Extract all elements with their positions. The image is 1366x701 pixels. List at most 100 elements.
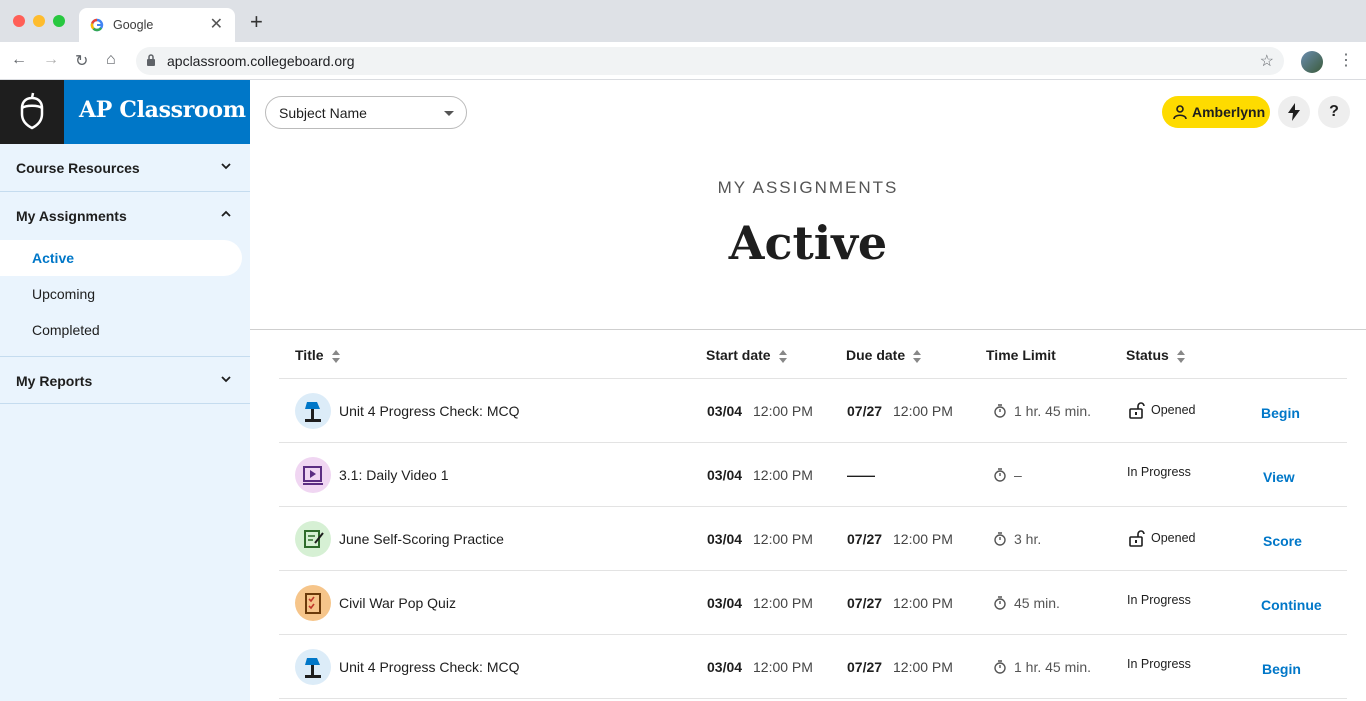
sidebar-section-label: My Reports (16, 373, 93, 389)
help-button[interactable]: ? (1318, 96, 1350, 128)
quick-actions-button[interactable] (1278, 96, 1310, 128)
due-time: 12:00 PM (893, 403, 953, 419)
table-row[interactable]: June Self-Scoring Practice 03/04 12:00 P… (279, 507, 1347, 571)
main-content: Subject Name Amberlynn ? MY ASSIGNMENTS … (250, 80, 1366, 701)
begin-button[interactable]: Begin (1262, 661, 1301, 677)
status-badge: In Progress (1127, 593, 1191, 607)
brand-header[interactable]: AP Classroom (0, 80, 250, 144)
sort-icon (778, 349, 787, 363)
column-header-status[interactable]: Status (1126, 347, 1185, 363)
close-window-button[interactable] (13, 15, 25, 27)
sidebar-section-label: My Assignments (16, 208, 127, 224)
assignment-title: Unit 4 Progress Check: MCQ (339, 403, 520, 419)
sort-icon (331, 349, 340, 363)
due-date: —— (847, 467, 875, 483)
address-bar: ← → ↻ ⌂ apclassroom.collegeboard.org ☆ ⋮ (0, 42, 1366, 80)
url-field[interactable]: apclassroom.collegeboard.org ☆ (136, 47, 1284, 75)
start-time: 12:00 PM (753, 595, 813, 611)
browser-menu-icon[interactable]: ⋮ (1338, 50, 1354, 70)
stopwatch-icon (994, 596, 1006, 610)
sidebar-item-completed[interactable]: Completed (0, 312, 242, 348)
reload-icon[interactable]: ↻ (75, 51, 88, 71)
due-time: 12:00 PM (893, 531, 953, 547)
continue-button[interactable]: Continue (1261, 597, 1322, 613)
time-limit: 1 hr. 45 min. (1014, 659, 1092, 675)
browser-tab[interactable]: Google ✕ (79, 8, 235, 42)
status-badge: Opened (1151, 531, 1196, 545)
column-header-start-date[interactable]: Start date (706, 347, 787, 363)
time-limit: 3 hr. (1014, 531, 1042, 547)
start-date: 03/04 (707, 467, 743, 483)
chevron-down-icon (221, 163, 231, 170)
browser-tab-strip: Google ✕ + (0, 0, 1366, 42)
lightning-icon (1288, 103, 1300, 121)
column-header-label: Due date (846, 347, 906, 363)
sidebar-item-label: Upcoming (32, 286, 96, 302)
chevron-down-icon (221, 376, 231, 383)
sidebar-section-my-reports[interactable]: My Reports (0, 356, 250, 404)
sidebar: AP Classroom Course Resources My Assignm… (0, 80, 250, 701)
sidebar-item-label: Completed (32, 322, 100, 338)
stopwatch-icon (994, 404, 1006, 418)
column-header-title[interactable]: Title (295, 347, 340, 363)
new-tab-button[interactable]: + (250, 11, 263, 33)
row-divider (279, 698, 1347, 699)
start-date: 03/04 (707, 659, 743, 675)
sidebar-section-course-resources[interactable]: Course Resources (0, 144, 250, 192)
due-date: 07/27 (847, 659, 883, 675)
video-icon (295, 457, 331, 493)
bookmark-star-icon[interactable]: ☆ (1260, 51, 1274, 71)
notepad-icon (295, 521, 331, 557)
table-row[interactable]: Unit 4 Progress Check: MCQ 03/04 12:00 P… (279, 379, 1347, 443)
sidebar-item-upcoming[interactable]: Upcoming (0, 276, 242, 312)
column-header-due-date[interactable]: Due date (846, 347, 922, 363)
table-row[interactable]: Civil War Pop Quiz 03/04 12:00 PM 07/27 … (279, 571, 1347, 635)
start-time: 12:00 PM (753, 403, 813, 419)
start-time: 12:00 PM (753, 467, 813, 483)
time-limit: 1 hr. 45 min. (1014, 403, 1092, 419)
checklist-icon (295, 585, 331, 621)
user-name: Amberlynn (1192, 104, 1266, 120)
user-icon (1173, 105, 1187, 120)
table-row[interactable]: Unit 4 Progress Check: MCQ 03/04 12:00 P… (279, 635, 1347, 699)
status-badge: In Progress (1127, 465, 1191, 479)
stopwatch-icon (994, 532, 1006, 546)
lock-icon (147, 54, 155, 66)
status-badge: Opened (1151, 403, 1196, 417)
assignment-title: Unit 4 Progress Check: MCQ (339, 659, 520, 675)
assignment-title: June Self-Scoring Practice (339, 531, 504, 547)
caret-down-icon (444, 111, 454, 116)
lamp-icon (295, 393, 331, 429)
due-date: 07/27 (847, 403, 883, 419)
start-date: 03/04 (707, 595, 743, 611)
sidebar-item-label: Active (32, 250, 75, 266)
maximize-window-button[interactable] (53, 15, 65, 27)
sidebar-section-my-assignments[interactable]: My Assignments (0, 192, 250, 240)
brand-name: AP Classroom (79, 97, 246, 123)
divider (250, 329, 1366, 330)
subject-select-value: Subject Name (279, 105, 367, 121)
tab-title: Google (113, 18, 154, 32)
stopwatch-icon (994, 660, 1006, 674)
table-row[interactable]: 3.1: Daily Video 1 03/04 12:00 PM —— – I… (279, 443, 1347, 507)
stopwatch-icon (994, 468, 1006, 482)
user-menu-button[interactable]: Amberlynn (1162, 96, 1270, 128)
back-icon[interactable]: ← (11, 51, 27, 69)
score-button[interactable]: Score (1263, 533, 1302, 549)
time-limit: – (1014, 467, 1022, 483)
view-button[interactable]: View (1263, 469, 1295, 485)
sidebar-section-label: Course Resources (16, 160, 140, 176)
profile-avatar[interactable] (1301, 51, 1323, 73)
sidebar-item-active[interactable]: Active (0, 240, 242, 276)
minimize-window-button[interactable] (33, 15, 45, 27)
assignment-title: 3.1: Daily Video 1 (339, 467, 449, 483)
close-tab-icon[interactable]: ✕ (210, 14, 223, 34)
acorn-logo (0, 80, 64, 144)
page-eyebrow: MY ASSIGNMENTS (717, 178, 899, 197)
forward-icon[interactable]: → (43, 51, 59, 69)
home-icon[interactable]: ⌂ (106, 51, 116, 69)
due-time: 12:00 PM (893, 595, 953, 611)
subject-select[interactable]: Subject Name (265, 96, 467, 129)
begin-button[interactable]: Begin (1261, 405, 1300, 421)
sort-icon (1176, 349, 1185, 363)
